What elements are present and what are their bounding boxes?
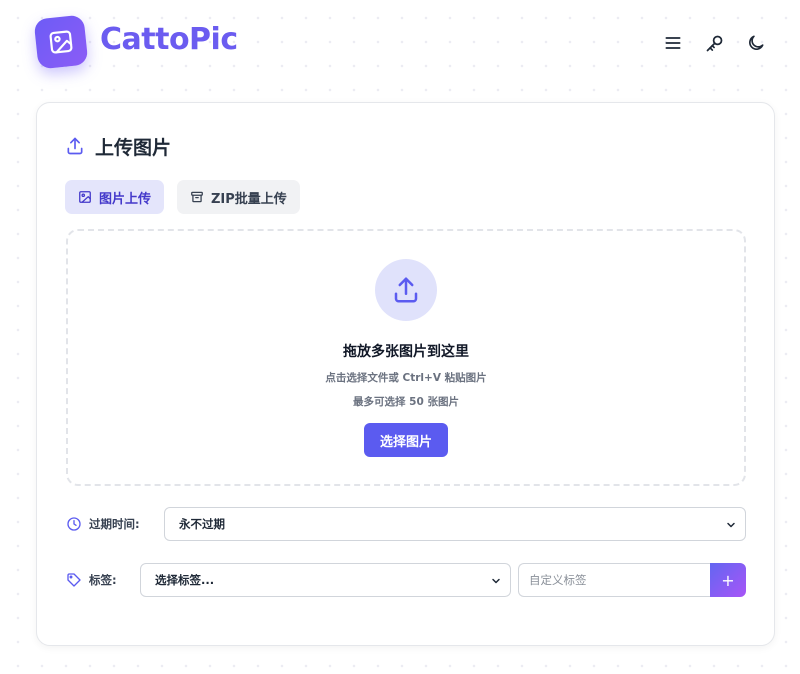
section-title-text: 上传图片 xyxy=(95,136,172,159)
chevron-down-icon xyxy=(727,522,735,528)
tag-icon xyxy=(67,573,81,587)
tags-select-value: 选择标签... xyxy=(155,573,215,587)
menu-icon xyxy=(665,37,681,49)
tags-label: 标签: xyxy=(66,570,117,590)
tab-label: ZIP批量上传 xyxy=(211,191,287,207)
section-title: 上传图片 xyxy=(65,133,171,159)
upload-icon xyxy=(67,137,83,155)
custom-tag-input[interactable] xyxy=(518,563,711,597)
tab-label: 图片上传 xyxy=(99,191,152,207)
tab-image-upload[interactable]: 图片上传 xyxy=(65,180,165,214)
expiry-select[interactable]: 永不过期 xyxy=(164,507,746,541)
drop-zone-hint: 点击选择文件或 Ctrl+V 粘贴图片 xyxy=(325,372,487,384)
add-tag-button[interactable]: + xyxy=(710,563,746,597)
chevron-down-icon xyxy=(492,578,500,584)
drop-zone[interactable]: 拖放多张图片到这里 点击选择文件或 Ctrl+V 粘贴图片 最多可选择 50 张… xyxy=(66,229,746,486)
select-images-button[interactable]: 选择图片 xyxy=(364,423,448,457)
expiry-label: 过期时间: xyxy=(66,514,140,534)
upload-card: 上传图片 图片上传 ZIP批量上传 拖放多张图片到这里 点击选择文件或 Ctrl… xyxy=(36,102,775,646)
archive-icon xyxy=(191,191,203,203)
theme-toggle-button[interactable] xyxy=(745,32,767,54)
app-header: CattoPic xyxy=(0,0,800,88)
tags-label-text: 标签: xyxy=(89,573,117,587)
moon-icon xyxy=(749,35,764,50)
drop-zone-title: 拖放多张图片到这里 xyxy=(343,344,469,360)
tags-select[interactable]: 选择标签... xyxy=(140,563,511,597)
tab-zip-upload[interactable]: ZIP批量上传 xyxy=(177,180,300,214)
logo[interactable] xyxy=(33,14,89,70)
menu-button[interactable] xyxy=(662,32,684,54)
expiry-label-text: 过期时间: xyxy=(89,517,140,531)
key-icon xyxy=(706,35,722,51)
image-icon xyxy=(49,30,73,54)
upload-icon xyxy=(394,277,418,303)
upload-icon-circle xyxy=(375,259,437,321)
image-icon xyxy=(79,191,91,203)
clock-icon xyxy=(67,517,81,531)
api-key-button[interactable] xyxy=(703,32,725,54)
drop-zone-limit: 最多可选择 50 张图片 xyxy=(353,396,459,408)
brand-name[interactable]: CattoPic xyxy=(100,22,238,57)
expiry-selected-value: 永不过期 xyxy=(179,517,225,531)
